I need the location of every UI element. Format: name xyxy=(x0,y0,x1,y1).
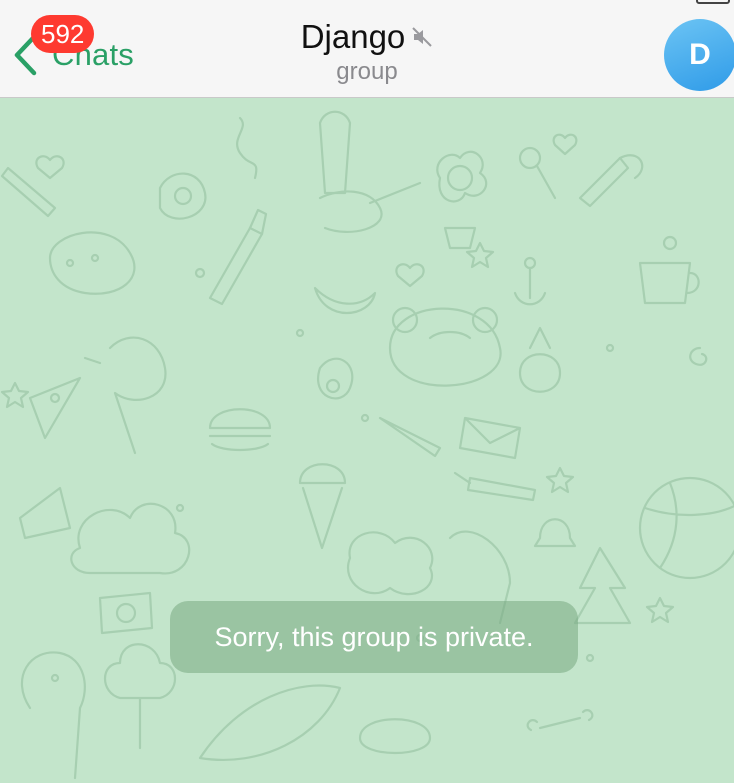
chat-title: Django xyxy=(300,18,406,55)
status-bar xyxy=(0,0,734,4)
navigation-bar: Chats 592 Django group D xyxy=(0,0,734,98)
doodle-pattern xyxy=(0,110,734,780)
battery-icon xyxy=(696,0,730,4)
speaker-muted-icon xyxy=(411,26,433,48)
chat-title-block[interactable]: Django group xyxy=(0,18,734,86)
chat-subtitle: group xyxy=(336,58,398,85)
group-avatar[interactable]: D xyxy=(664,19,734,91)
chat-background: Sorry, this group is private. xyxy=(0,98,734,783)
system-message: Sorry, this group is private. xyxy=(170,601,578,673)
